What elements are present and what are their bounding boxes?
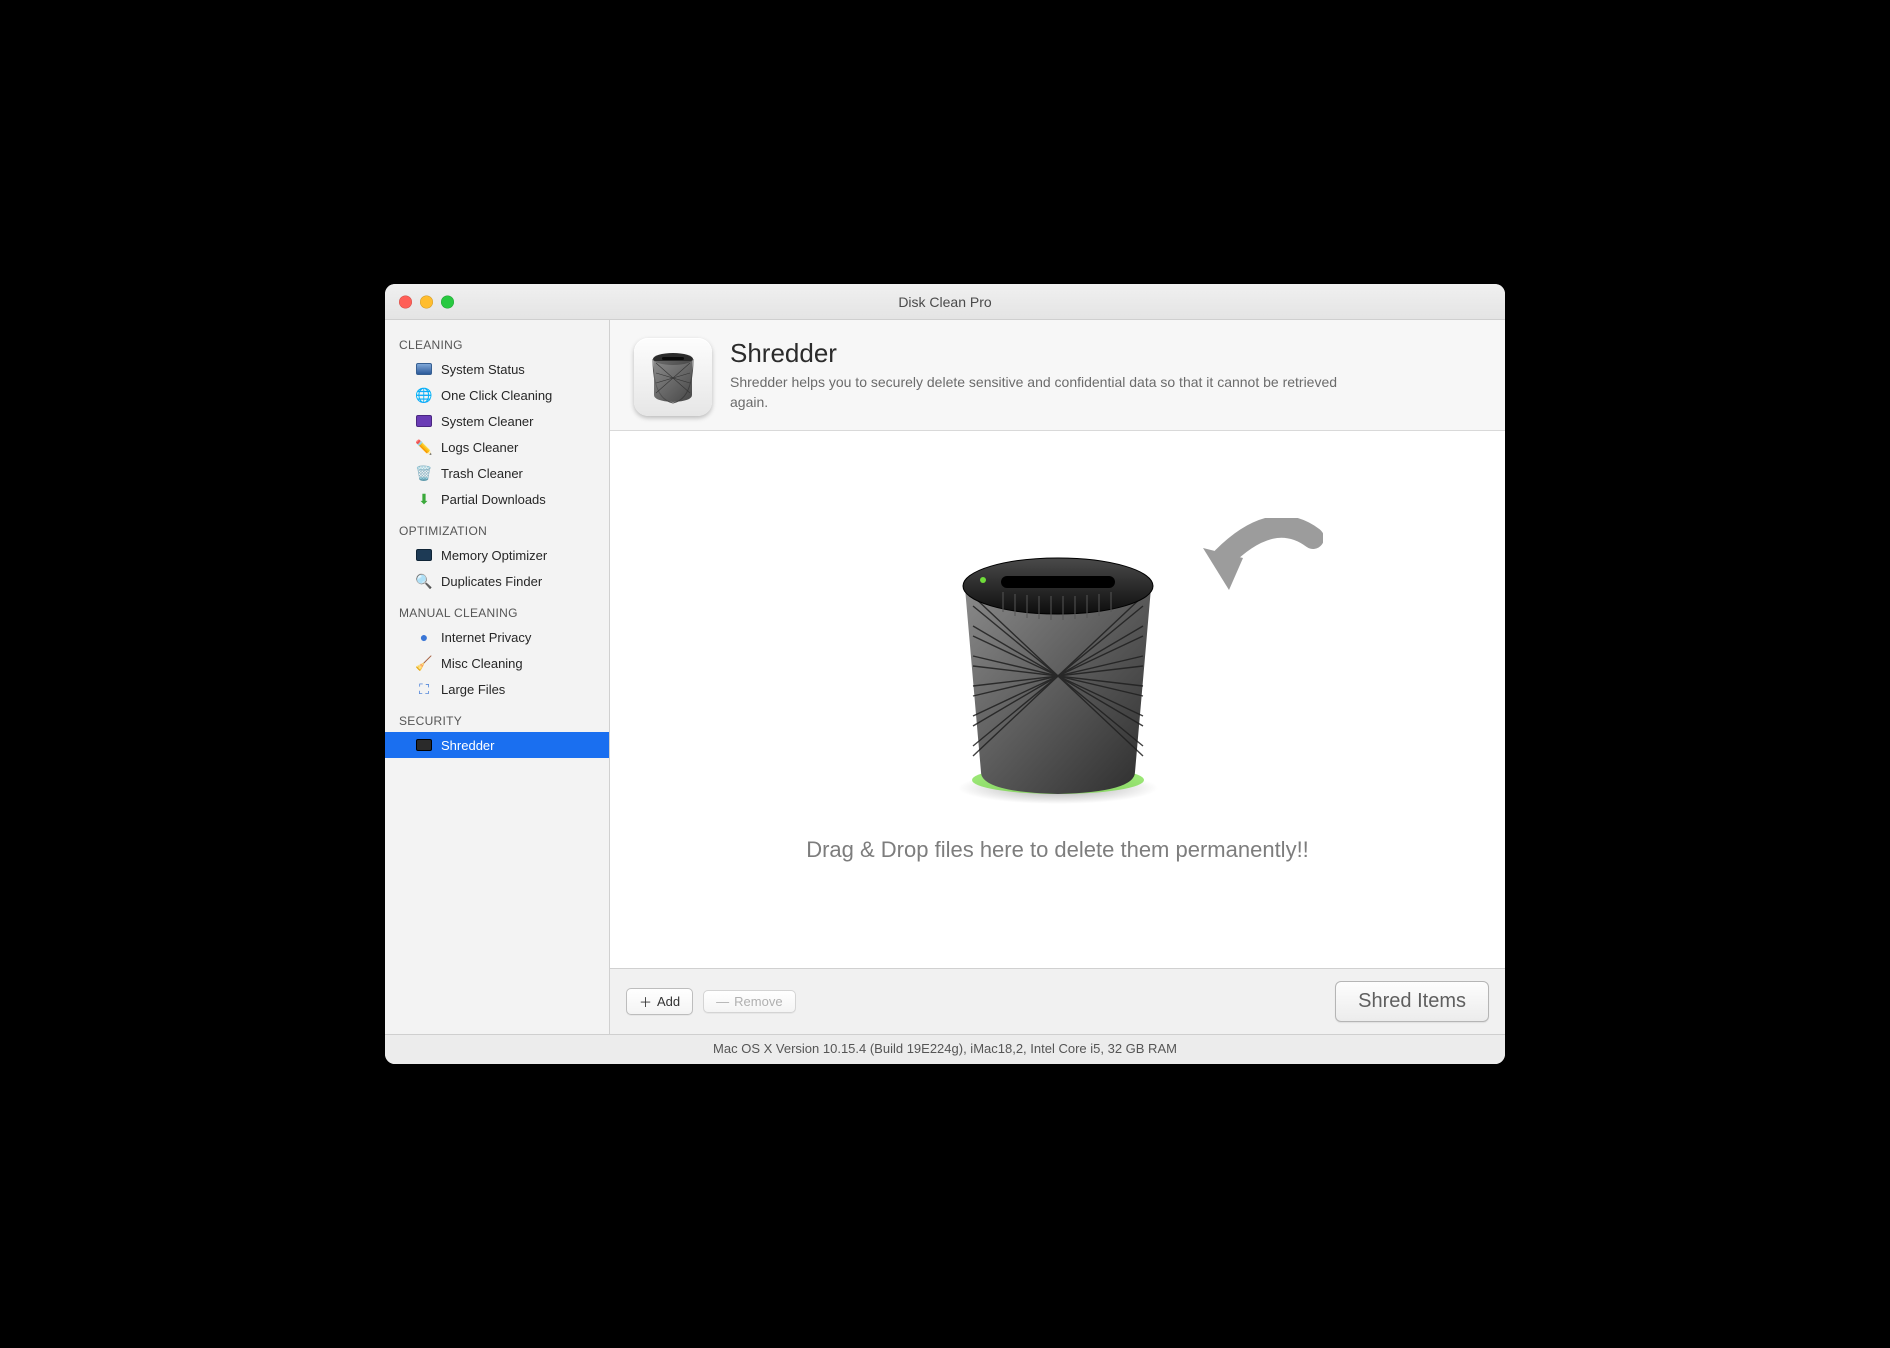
ram-icon <box>415 546 433 564</box>
sidebar-section-cleaning: CLEANING <box>385 334 609 356</box>
sidebar-item-label: Trash Cleaner <box>441 466 523 481</box>
window-title: Disk Clean Pro <box>898 294 991 310</box>
shred-button-label: Shred Items <box>1358 990 1466 1012</box>
sidebar: CLEANING System Status 🌐 One Click Clean… <box>385 320 610 1034</box>
chip-icon <box>415 412 433 430</box>
drop-arrow-icon <box>1193 518 1323 628</box>
content-header: Shredder Shredder helps you to securely … <box>610 320 1505 431</box>
trash-tiny-icon: 🗑️ <box>415 464 433 482</box>
system-info-text: Mac OS X Version 10.15.4 (Build 19E224g)… <box>713 1041 1177 1056</box>
sidebar-item-label: Shredder <box>441 738 494 753</box>
sidebar-section-security: SECURITY <box>385 702 609 732</box>
dropzone-text: Drag & Drop files here to delete them pe… <box>806 837 1309 863</box>
content-area: Shredder Shredder helps you to securely … <box>610 320 1505 1034</box>
sidebar-item-label: Large Files <box>441 682 505 697</box>
page-description: Shredder helps you to securely delete se… <box>730 373 1370 412</box>
sidebar-item-label: Internet Privacy <box>441 630 531 645</box>
sidebar-item-misc-cleaning[interactable]: 🧹 Misc Cleaning <box>385 650 609 676</box>
shredder-icon <box>634 338 712 416</box>
sidebar-item-trash-cleaner[interactable]: 🗑️ Trash Cleaner <box>385 460 609 486</box>
sidebar-section-manual-cleaning: MANUAL CLEANING <box>385 594 609 624</box>
plus-icon: ＋ <box>639 992 652 1011</box>
sidebar-item-label: System Cleaner <box>441 414 533 429</box>
download-arrow-icon: ⬇︎ <box>415 490 433 508</box>
shred-items-button[interactable]: Shred Items <box>1335 981 1489 1022</box>
globe-icon: ● <box>415 628 433 646</box>
minimize-window-button[interactable] <box>420 295 433 308</box>
shredder-tiny-icon <box>415 736 433 754</box>
sidebar-item-label: Misc Cleaning <box>441 656 523 671</box>
app-window: Disk Clean Pro CLEANING System Status 🌐 … <box>385 284 1505 1064</box>
sidebar-item-one-click-cleaning[interactable]: 🌐 One Click Cleaning <box>385 382 609 408</box>
sidebar-item-label: Logs Cleaner <box>441 440 518 455</box>
sidebar-item-duplicates-finder[interactable]: 🔍 Duplicates Finder <box>385 568 609 594</box>
add-button-label: Add <box>657 994 680 1009</box>
zoom-window-button[interactable] <box>441 295 454 308</box>
sidebar-item-partial-downloads[interactable]: ⬇︎ Partial Downloads <box>385 486 609 512</box>
sidebar-item-memory-optimizer[interactable]: Memory Optimizer <box>385 542 609 568</box>
close-window-button[interactable] <box>399 295 412 308</box>
titlebar[interactable]: Disk Clean Pro <box>385 284 1505 320</box>
sidebar-item-label: Duplicates Finder <box>441 574 542 589</box>
remove-button[interactable]: — Remove <box>703 990 795 1013</box>
sidebar-item-shredder[interactable]: Shredder <box>385 732 609 758</box>
sidebar-item-system-cleaner[interactable]: System Cleaner <box>385 408 609 434</box>
content-footer: ＋ Add — Remove Shred Items <box>610 968 1505 1034</box>
statusbar: Mac OS X Version 10.15.4 (Build 19E224g)… <box>385 1034 1505 1064</box>
sidebar-item-label: Memory Optimizer <box>441 548 547 563</box>
dropzone[interactable]: Drag & Drop files here to delete them pe… <box>610 431 1505 968</box>
minus-icon: — <box>716 994 729 1009</box>
sidebar-item-logs-cleaner[interactable]: ✏️ Logs Cleaner <box>385 434 609 460</box>
sidebar-item-label: System Status <box>441 362 525 377</box>
remove-button-label: Remove <box>734 994 782 1009</box>
sidebar-item-label: One Click Cleaning <box>441 388 552 403</box>
duplicate-icon: 🔍 <box>415 572 433 590</box>
sidebar-section-optimization: OPTIMIZATION <box>385 512 609 542</box>
broom-icon: 🧹 <box>415 654 433 672</box>
sidebar-item-system-status[interactable]: System Status <box>385 356 609 382</box>
expand-icon: ⛶ <box>415 680 433 698</box>
sidebar-item-large-files[interactable]: ⛶ Large Files <box>385 676 609 702</box>
pencil-note-icon: ✏️ <box>415 438 433 456</box>
monitor-icon <box>415 360 433 378</box>
sidebar-item-label: Partial Downloads <box>441 492 546 507</box>
sidebar-item-internet-privacy[interactable]: ● Internet Privacy <box>385 624 609 650</box>
globe-refresh-icon: 🌐 <box>415 386 433 404</box>
page-title: Shredder <box>730 338 1370 369</box>
trash-can-icon <box>943 536 1173 806</box>
add-button[interactable]: ＋ Add <box>626 988 693 1015</box>
